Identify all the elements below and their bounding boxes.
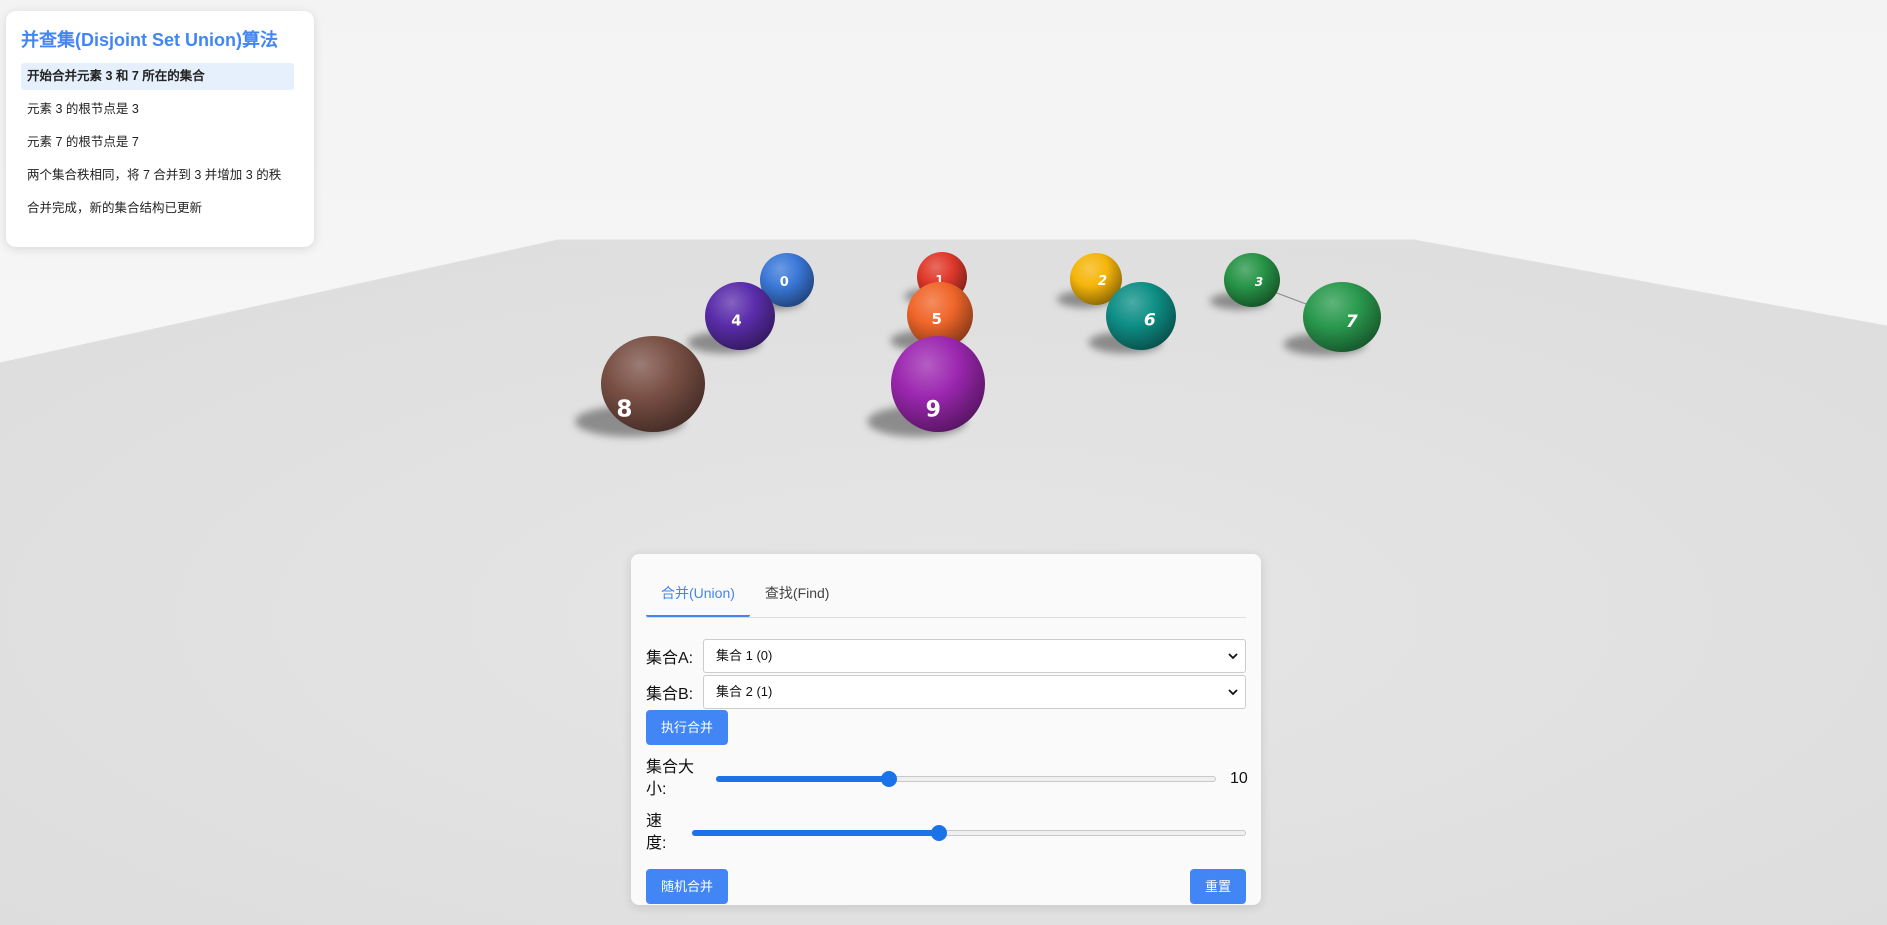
sphere-label: 3 (1255, 275, 1263, 289)
sphere-label: 5 (931, 310, 941, 328)
chevron-down-icon (1228, 653, 1238, 660)
sphere-label: 0 (780, 275, 789, 290)
set-size-value: 10 (1230, 770, 1248, 787)
action-row: 随机合并 重置 (646, 869, 1246, 904)
random-merge-button[interactable]: 随机合并 (646, 869, 729, 904)
sphere-body (1224, 253, 1280, 307)
set-b-select[interactable]: 集合 2 (1) (703, 675, 1246, 709)
set-b-value: 集合 2 (1) (716, 684, 773, 699)
set-size-slider[interactable] (716, 771, 1216, 787)
set-size-row: 集合大小: 10 (646, 757, 1248, 801)
sphere-body (1303, 282, 1381, 352)
tab-bar: 合并(Union) 查找(Find) (646, 564, 1246, 618)
step-item: 开始合并元素 3 和 7 所在的集合 (21, 63, 294, 90)
tab-find[interactable]: 查找(Find) (750, 577, 845, 617)
chevron-down-icon (1228, 689, 1238, 696)
speed-label: 速度: (646, 813, 667, 852)
speed-slider[interactable] (692, 825, 1246, 841)
step-log: 开始合并元素 3 和 7 所在的集合 元素 3 的根节点是 3 元素 7 的根节… (21, 63, 294, 222)
sphere-label: 7 (1346, 312, 1358, 332)
slider-thumb[interactable] (881, 771, 897, 787)
set-a-select[interactable]: 集合 1 (0) (703, 639, 1246, 673)
execute-merge-button[interactable]: 执行合并 (646, 710, 729, 745)
sphere-label: 9 (926, 398, 941, 423)
sphere-label: 4 (731, 312, 741, 330)
control-panel: 合并(Union) 查找(Find) 集合A: 集合 1 (0) 集合B: 集合… (631, 554, 1261, 905)
reset-button[interactable]: 重置 (1189, 869, 1246, 904)
sphere-label: 8 (616, 397, 632, 423)
set-size-label: 集合大小: (646, 759, 695, 798)
slider-fill (692, 830, 940, 836)
algorithm-info-panel: 并查集(Disjoint Set Union)算法 开始合并元素 3 和 7 所… (6, 11, 314, 247)
sphere-label: 2 (1098, 274, 1107, 289)
panel-title: 并查集(Disjoint Set Union)算法 (21, 30, 278, 50)
tab-union[interactable]: 合并(Union) (646, 577, 750, 617)
slider-thumb[interactable] (931, 825, 948, 841)
slider-fill (716, 776, 889, 782)
set-b-row: 集合B: 集合 2 (1) (646, 674, 1246, 710)
sphere-body (1106, 282, 1176, 350)
sphere-label: 6 (1144, 311, 1156, 331)
set-b-label: 集合B: (646, 686, 694, 703)
step-item: 两个集合秩相同，将 7 合并到 3 并增加 3 的秩 (27, 168, 282, 182)
step-item: 元素 7 的根节点是 7 (27, 135, 139, 149)
step-item: 合并完成，新的集合结构已更新 (27, 201, 203, 215)
set-a-value: 集合 1 (0) (716, 648, 773, 663)
set-a-row: 集合A: 集合 1 (0) (646, 638, 1246, 674)
step-item: 元素 3 的根节点是 3 (27, 102, 139, 116)
speed-row: 速度: (646, 811, 1246, 855)
set-a-label: 集合A: (646, 650, 694, 667)
